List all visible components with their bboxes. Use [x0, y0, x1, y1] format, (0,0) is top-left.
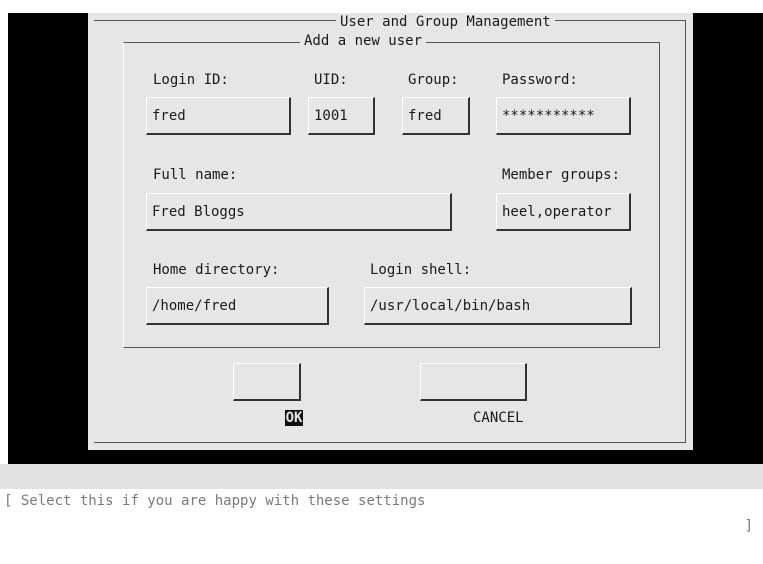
status-bar: [ Select this if you are happy with thes…: [0, 464, 763, 534]
member-groups-field[interactable]: heel,operator: [496, 193, 631, 231]
ok-button[interactable]: OK: [233, 363, 304, 426]
group-label: Group:: [408, 72, 459, 88]
dialog-title: User and Group Management: [336, 14, 555, 30]
status-left-bracket: [: [4, 493, 13, 509]
cancel-button-label: CANCEL: [473, 410, 524, 426]
full-name-label: Full name:: [153, 167, 238, 183]
full-name-field[interactable]: Fred Bloggs: [146, 193, 452, 231]
uid-field[interactable]: 1001: [308, 97, 375, 135]
section-title: Add a new user: [300, 33, 427, 49]
user-group-management-dialog: User and Group Management Add a new user…: [88, 13, 693, 450]
member-groups-label: Member groups:: [502, 167, 621, 183]
password-field[interactable]: ***********: [496, 97, 631, 135]
login-shell-label: Login shell:: [370, 262, 472, 278]
screen: User and Group Management Add a new user…: [0, 0, 763, 534]
status-message: [ Select this if you are happy with thes…: [4, 489, 425, 514]
ok-button-label: OK: [284, 410, 304, 426]
login-id-label: Login ID:: [153, 72, 229, 88]
uid-label: UID:: [314, 72, 348, 88]
login-id-field[interactable]: fred: [146, 97, 291, 135]
home-directory-label: Home directory:: [153, 262, 280, 278]
cancel-button[interactable]: CANCEL: [420, 363, 527, 426]
login-shell-field[interactable]: /usr/local/bin/bash: [364, 287, 632, 325]
password-label: Password:: [502, 72, 578, 88]
group-field[interactable]: fred: [402, 97, 470, 135]
status-text: Select this if you are happy with these …: [20, 493, 426, 509]
status-right-bracket: ]: [744, 518, 753, 534]
home-directory-field[interactable]: /home/fred: [146, 287, 329, 325]
